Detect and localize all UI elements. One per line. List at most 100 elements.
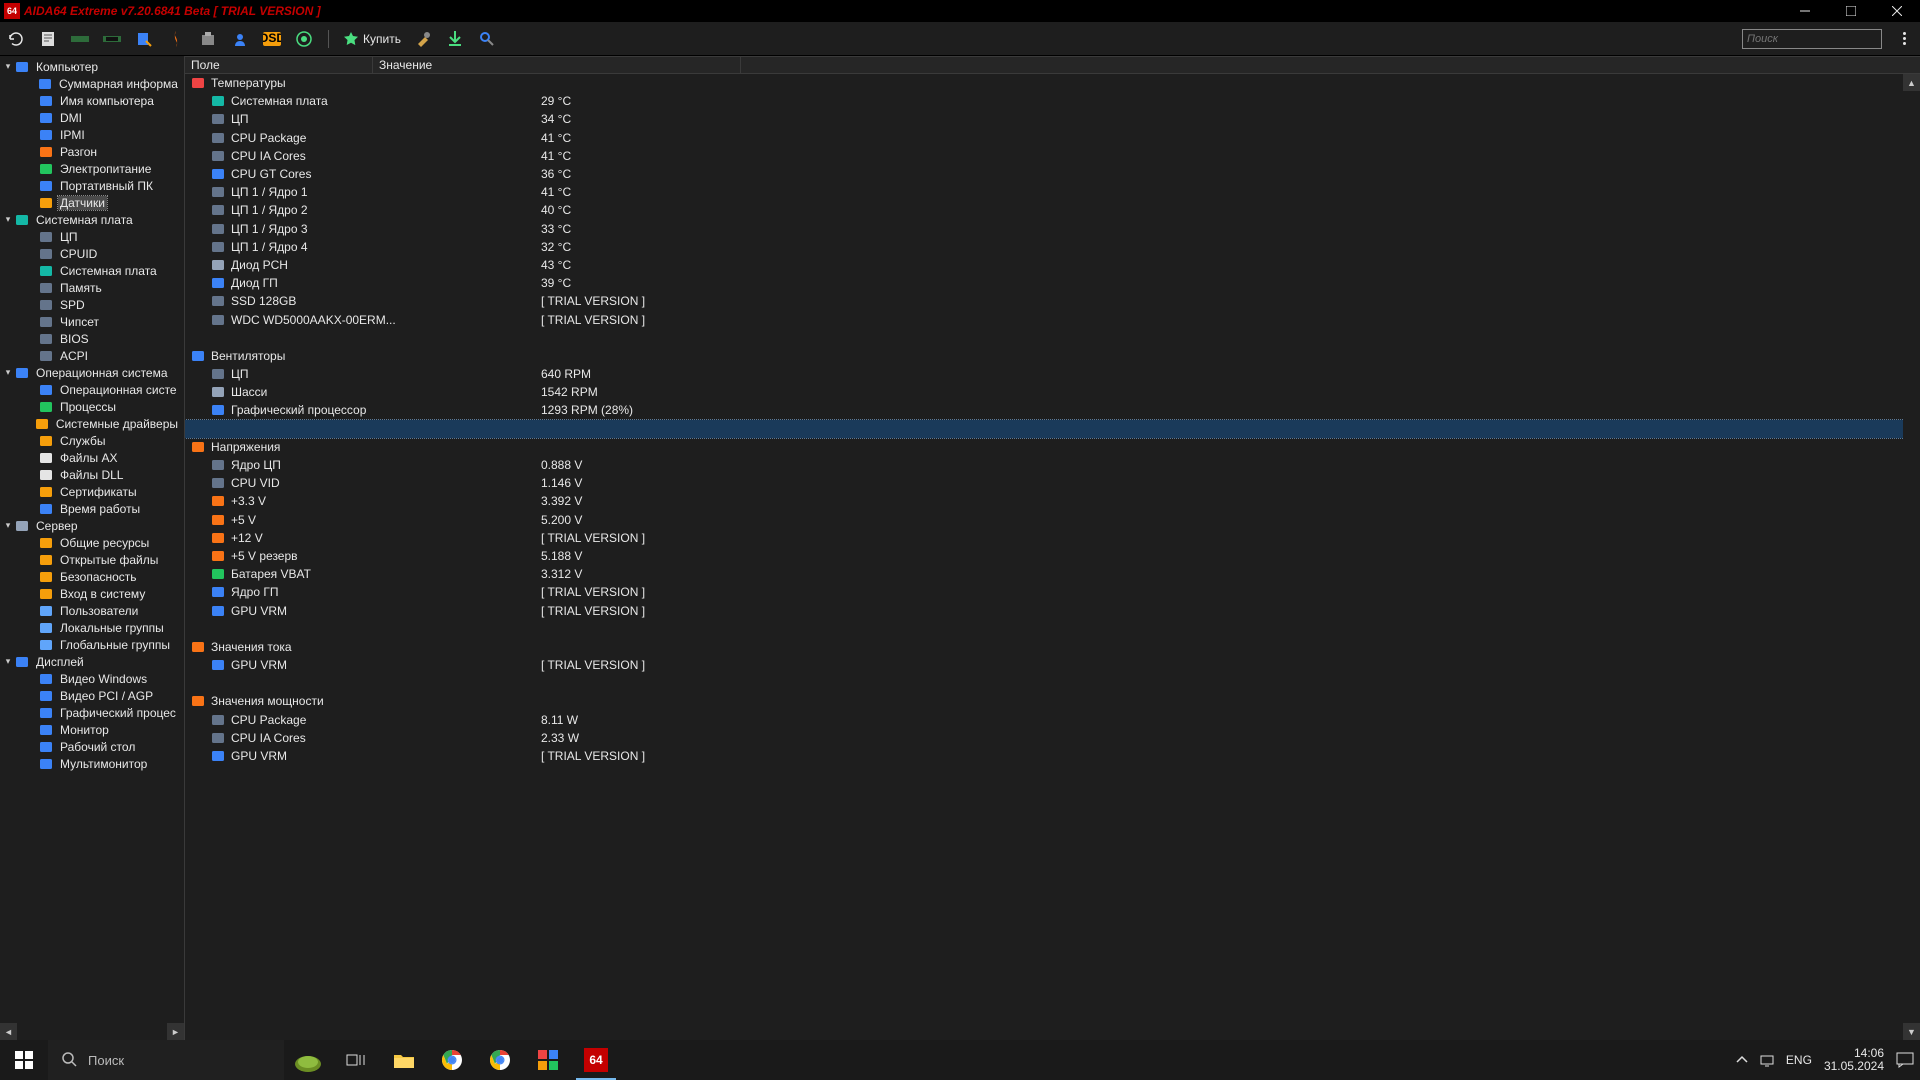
tree-item[interactable]: Безопасность (0, 568, 184, 585)
taskview-button[interactable] (332, 1040, 380, 1080)
sensor-row[interactable]: Графический процессор1293 RPM (28%) (185, 401, 1920, 419)
sensor-row[interactable]: GPU VRM[ TRIAL VERSION ] (185, 747, 1920, 765)
minimize-button[interactable] (1782, 0, 1828, 22)
column-field[interactable]: Поле (185, 57, 373, 73)
tree-item[interactable]: SPD (0, 296, 184, 313)
tree-item[interactable]: Время работы (0, 500, 184, 517)
tree-item[interactable]: Службы (0, 432, 184, 449)
close-button[interactable] (1874, 0, 1920, 22)
hw2-button[interactable] (102, 29, 122, 49)
tree-item[interactable]: CPUID (0, 245, 184, 262)
buy-button[interactable]: Купить (343, 31, 401, 47)
tree-item[interactable]: Портативный ПК (0, 177, 184, 194)
tree-item[interactable]: Пользователи (0, 602, 184, 619)
tree-item[interactable]: Датчики (0, 194, 184, 211)
sensor-row[interactable]: Диод ГП39 °C (185, 274, 1920, 292)
chrome-button-1[interactable] (428, 1040, 476, 1080)
tree-item[interactable]: Графический процес (0, 704, 184, 721)
language-indicator[interactable]: ENG (1786, 1053, 1812, 1067)
chrome-button-2[interactable] (476, 1040, 524, 1080)
sensor-row[interactable]: Системная плата29 °C (185, 92, 1920, 110)
sensor-row[interactable]: ЦП34 °C (185, 110, 1920, 128)
notification-icon[interactable] (1896, 1052, 1914, 1068)
sensor-row[interactable]: ЦП 1 / Ядро 141 °C (185, 183, 1920, 201)
sensor-row[interactable]: ЦП 1 / Ядро 240 °C (185, 201, 1920, 219)
sensor-row[interactable]: Шасси1542 RPM (185, 383, 1920, 401)
section-header[interactable]: Напряжения (185, 438, 1920, 456)
taskbar-turtle[interactable] (284, 1040, 332, 1080)
section-header[interactable]: Температуры (185, 74, 1920, 92)
section-header[interactable]: Вентиляторы (185, 347, 1920, 365)
tree-item[interactable]: BIOS (0, 330, 184, 347)
tree-item[interactable]: Операционная систе (0, 381, 184, 398)
taskbar-search[interactable]: Поиск (48, 1040, 284, 1080)
tree-item[interactable]: Системные драйверы (0, 415, 184, 432)
section-header[interactable]: Значения тока (185, 638, 1920, 656)
tree-item[interactable]: IPMI (0, 126, 184, 143)
remote-button[interactable] (230, 29, 250, 49)
preferences-button[interactable] (198, 29, 218, 49)
tree-item[interactable]: Сертификаты (0, 483, 184, 500)
tree-item[interactable]: Файлы DLL (0, 466, 184, 483)
scroll-track[interactable] (1903, 91, 1920, 1023)
tree-item[interactable]: Глобальные группы (0, 636, 184, 653)
menu-button[interactable] (1894, 32, 1914, 45)
selected-row[interactable] (185, 420, 1920, 438)
explorer-button[interactable] (380, 1040, 428, 1080)
sensor-row[interactable]: Ядро ГП[ TRIAL VERSION ] (185, 583, 1920, 601)
tree-item[interactable]: Мультимонитор (0, 755, 184, 772)
scroll-up-button[interactable]: ▲ (1903, 74, 1920, 91)
sensor-row[interactable]: +5 V резерв5.188 V (185, 547, 1920, 565)
aida64-button[interactable]: 64 (572, 1040, 620, 1080)
sensor-row[interactable]: ЦП640 RPM (185, 365, 1920, 383)
start-button[interactable] (0, 1040, 48, 1080)
sidebar-hscroll[interactable]: ◄ ► (0, 1023, 184, 1040)
sensor-row[interactable]: CPU Package8.11 W (185, 711, 1920, 729)
tree-item[interactable]: Открытые файлы (0, 551, 184, 568)
update-button[interactable] (294, 29, 314, 49)
refresh-button[interactable] (6, 29, 26, 49)
tree-item[interactable]: DMI (0, 109, 184, 126)
scroll-right-button[interactable]: ► (167, 1023, 184, 1040)
column-value[interactable]: Значение (373, 57, 741, 73)
tree-item[interactable]: Системная плата (0, 262, 184, 279)
sensor-row[interactable]: GPU VRM[ TRIAL VERSION ] (185, 656, 1920, 674)
app-button[interactable] (524, 1040, 572, 1080)
osd-button[interactable]: OSD (262, 29, 282, 49)
tray-chevron-icon[interactable] (1736, 1054, 1748, 1066)
tool-button[interactable] (413, 29, 433, 49)
scroll-track[interactable] (17, 1023, 167, 1040)
sensor-row[interactable]: CPU IA Cores41 °C (185, 147, 1920, 165)
tree-item[interactable]: ▾Операционная система (0, 364, 184, 381)
tree-item[interactable]: Память (0, 279, 184, 296)
sensor-rows[interactable]: ТемпературыСистемная плата29 °CЦП34 °C CP… (185, 74, 1920, 1040)
sensor-row[interactable]: CPU VID1.146 V (185, 474, 1920, 492)
stress-button[interactable] (166, 29, 186, 49)
tree-item[interactable]: Процессы (0, 398, 184, 415)
tree-item[interactable]: ▾Дисплей (0, 653, 184, 670)
sensor-row[interactable]: Ядро ЦП0.888 V (185, 456, 1920, 474)
tree-item[interactable]: ▾Сервер (0, 517, 184, 534)
search-input-wrapper[interactable] (1742, 29, 1882, 49)
section-header[interactable]: Значения мощности (185, 692, 1920, 710)
search-button[interactable] (477, 29, 497, 49)
tree-item[interactable]: Электропитание (0, 160, 184, 177)
nav-tree[interactable]: ▾КомпьютерСуммарная информаИмя компьютер… (0, 56, 184, 1023)
tree-item[interactable]: Суммарная информа (0, 75, 184, 92)
download-button[interactable] (445, 29, 465, 49)
sensor-row[interactable]: ЦП 1 / Ядро 432 °C (185, 238, 1920, 256)
tree-item[interactable]: Файлы AX (0, 449, 184, 466)
scroll-down-button[interactable]: ▼ (1903, 1023, 1920, 1040)
maximize-button[interactable] (1828, 0, 1874, 22)
network-icon[interactable] (1760, 1053, 1774, 1067)
sensor-row[interactable]: Батарея VBAT3.312 V (185, 565, 1920, 583)
sensor-row[interactable]: ЦП 1 / Ядро 333 °C (185, 220, 1920, 238)
sensor-row[interactable]: +5 V5.200 V (185, 511, 1920, 529)
sensor-row[interactable]: GPU VRM[ TRIAL VERSION ] (185, 601, 1920, 619)
tree-item[interactable]: Имя компьютера (0, 92, 184, 109)
sensor-row[interactable]: CPU GT Cores36 °C (185, 165, 1920, 183)
tree-item[interactable]: Видео PCI / AGP (0, 687, 184, 704)
tree-item[interactable]: ▾Компьютер (0, 58, 184, 75)
tree-item[interactable]: ЦП (0, 228, 184, 245)
tree-item[interactable]: Общие ресурсы (0, 534, 184, 551)
